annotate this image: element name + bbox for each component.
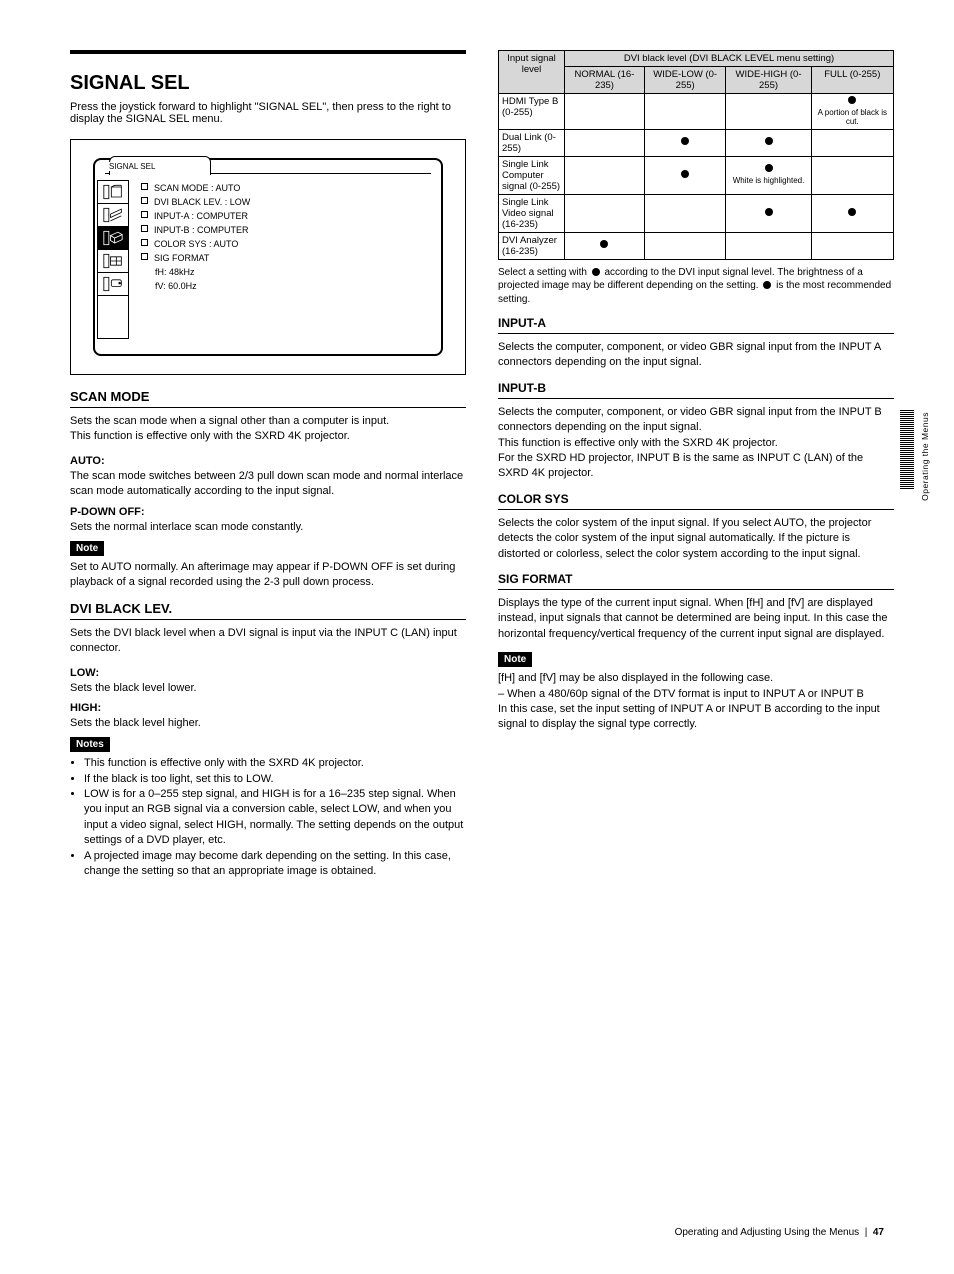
- table-cell: [644, 156, 725, 194]
- section-title: INPUT-B: [498, 381, 894, 395]
- screen-list: SCAN MODE : AUTO DVI BLACK LEV. : LOW IN…: [131, 178, 431, 344]
- note-bullet: LOW is for a 0–255 step signal, and HIGH…: [84, 787, 466, 849]
- option-label: P-DOWN OFF:: [70, 506, 466, 518]
- thumb-tab-label: Operating the Menus: [920, 412, 934, 501]
- rule: [70, 619, 466, 620]
- table-header: DVI black level (DVI BLACK LEVEL menu se…: [565, 51, 894, 67]
- option-text: The scan mode switches between 2/3 pull …: [70, 469, 466, 500]
- table-col-header: NORMAL (16-235): [565, 67, 645, 94]
- note-bullet: A projected image may become dark depend…: [84, 849, 466, 880]
- section-sig-format: SIG FORMAT Displays the type of the curr…: [498, 572, 894, 733]
- section-body: Selects the computer, component, or vide…: [498, 405, 894, 482]
- table-cell: A portion of black is cut.: [811, 94, 893, 130]
- note-badge: Note: [498, 652, 532, 667]
- table-col-header: WIDE-HIGH (0-255): [726, 67, 811, 94]
- section-title: SIG FORMAT: [498, 572, 894, 586]
- tab-icon: [97, 272, 129, 296]
- table-cell: [565, 94, 645, 130]
- menu-screenshot: SIGNAL SEL SCAN MODE : AUTO DVI BLACK LE…: [70, 139, 466, 375]
- icon-rail: [97, 178, 131, 344]
- section-dvi-black-lev: DVI BLACK LEV. Sets the DVI black level …: [70, 601, 466, 880]
- table-row-label: DVI Analyzer (16-235): [499, 232, 565, 259]
- note-text: Set to AUTO normally. An afterimage may …: [70, 560, 466, 591]
- table-footnote: Select a setting with according to the D…: [498, 266, 894, 307]
- table-cell: [644, 94, 725, 130]
- table-row-label: Dual Link (0-255): [499, 129, 565, 156]
- table-cell: [726, 232, 811, 259]
- tab-icon: [97, 249, 129, 273]
- note-text: [fH] and [fV] may be also displayed in t…: [498, 671, 894, 733]
- table-cell: White is highlighted.: [726, 156, 811, 194]
- note-badge: Note: [70, 541, 104, 556]
- note-badge: Notes: [70, 737, 110, 752]
- note-bullet: This function is effective only with the…: [84, 756, 466, 771]
- option-text: Sets the black level lower.: [70, 681, 466, 696]
- option-label: AUTO:: [70, 455, 466, 467]
- option-label: HIGH:: [70, 702, 466, 714]
- table-cell: [644, 129, 725, 156]
- left-column: SIGNAL SEL Press the joystick forward to…: [70, 50, 466, 879]
- page-footer: Operating and Adjusting Using the Menus …: [675, 1227, 884, 1238]
- table-header: Input signal level: [499, 51, 565, 94]
- tab-icon-selected: [97, 226, 129, 250]
- table-row-label: HDMI Type B (0-255): [499, 94, 565, 130]
- table-cell: [644, 232, 725, 259]
- table-row-label: Single Link Video signal (16-235): [499, 194, 565, 232]
- table-cell: [565, 129, 645, 156]
- section-body: Sets the scan mode when a signal other t…: [70, 414, 466, 445]
- rule: [498, 333, 894, 334]
- rule: [498, 509, 894, 510]
- page-subtitle: Press the joystick forward to highlight …: [70, 101, 466, 125]
- table-cell: [644, 194, 725, 232]
- table-col-header: FULL (0-255): [811, 67, 893, 94]
- table-cell: [811, 156, 893, 194]
- tab-icon: [97, 180, 129, 204]
- section-body: Sets the DVI black level when a DVI sign…: [70, 626, 466, 657]
- section-title: COLOR SYS: [498, 492, 894, 506]
- note-bullets: This function is effective only with the…: [70, 756, 466, 879]
- option-label: LOW:: [70, 667, 466, 679]
- option-text: Sets the normal interlace scan mode cons…: [70, 520, 466, 535]
- section-title: SCAN MODE: [70, 389, 466, 404]
- right-column: Input signal level DVI black level (DVI …: [498, 50, 894, 879]
- section-input-a: INPUT-A Selects the computer, component,…: [498, 316, 894, 371]
- rule: [498, 398, 894, 399]
- table-col-header: WIDE-LOW (0-255): [644, 67, 725, 94]
- table-cell: [811, 129, 893, 156]
- page-title: SIGNAL SEL: [70, 72, 466, 95]
- tab-icon: [97, 203, 129, 227]
- dvi-level-table: Input signal level DVI black level (DVI …: [498, 50, 894, 260]
- note-bullet: If the black is too light, set this to L…: [84, 772, 466, 787]
- screen-tab-title: SIGNAL SEL: [109, 162, 155, 171]
- tab-icon-blank: [97, 295, 129, 339]
- section-scan-mode: SCAN MODE Sets the scan mode when a sign…: [70, 389, 466, 591]
- table-cell: [726, 129, 811, 156]
- section-body: Displays the type of the current input s…: [498, 596, 894, 642]
- rule: [70, 407, 466, 408]
- section-body: Selects the computer, component, or vide…: [498, 340, 894, 371]
- section-title: DVI BLACK LEV.: [70, 601, 466, 616]
- table-cell: [726, 194, 811, 232]
- option-text: Sets the black level higher.: [70, 716, 466, 731]
- heavy-rule: [70, 50, 466, 54]
- section-input-b: INPUT-B Selects the computer, component,…: [498, 381, 894, 482]
- table-row-label: Single Link Computer signal (0-255): [499, 156, 565, 194]
- section-color-sys: COLOR SYS Selects the color system of th…: [498, 492, 894, 562]
- section-body: Selects the color system of the input si…: [498, 516, 894, 562]
- table-cell: [565, 156, 645, 194]
- table-cell: [565, 232, 645, 259]
- table-cell: [811, 232, 893, 259]
- thumb-tab: [900, 410, 914, 490]
- table-cell: [811, 194, 893, 232]
- table-cell: [565, 194, 645, 232]
- rule: [498, 589, 894, 590]
- table-cell: [726, 94, 811, 130]
- section-title: INPUT-A: [498, 316, 894, 330]
